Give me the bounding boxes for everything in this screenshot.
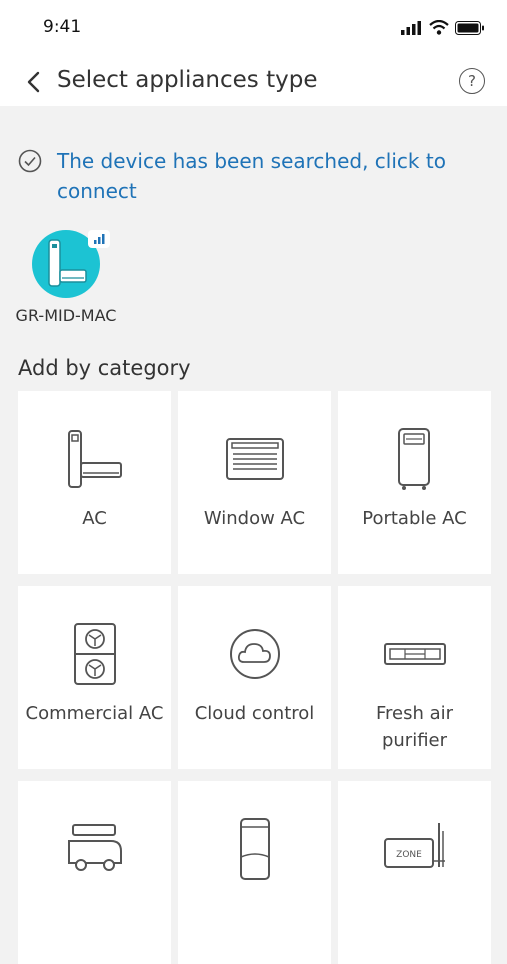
zone-controller-icon: ZONE	[383, 823, 445, 868]
status-icons	[401, 20, 485, 35]
wifi-icon	[429, 20, 449, 35]
category-ac[interactable]: AC	[18, 391, 171, 574]
category-window-ac[interactable]: Window AC	[178, 391, 331, 574]
category-label: Fresh air purifier	[375, 703, 454, 751]
check-circle-icon	[18, 149, 42, 173]
split-ac-icon	[67, 430, 122, 488]
category-label: Portable AC	[362, 508, 467, 529]
category-grid: AC Window AC Portable AC Commercial AC C…	[18, 391, 491, 964]
cloud-icon	[229, 629, 280, 679]
device-found-message[interactable]: The device has been searched, click to c…	[57, 146, 477, 206]
category-zone-controller[interactable]: ZONE	[338, 781, 491, 964]
column-icon	[239, 818, 270, 880]
category-cloud-control[interactable]: Cloud control	[178, 586, 331, 769]
back-button[interactable]	[20, 68, 48, 96]
category-rv-ac[interactable]	[18, 781, 171, 964]
category-label: Window AC	[203, 508, 306, 529]
nav-bar: Select appliances type ?	[0, 58, 507, 106]
svg-text:ZONE: ZONE	[396, 850, 422, 860]
device-name: GR-MID-MAC	[15, 306, 117, 325]
page-title: Select appliances type	[57, 67, 318, 93]
fresh-air-icon	[383, 643, 446, 665]
status-bar: 9:41	[0, 0, 507, 58]
window-ac-icon	[225, 438, 284, 480]
section-title: Add by category	[18, 356, 191, 380]
category-label: Commercial AC	[25, 703, 164, 724]
battery-icon	[455, 20, 484, 35]
cellular-signal-icon	[401, 20, 421, 35]
portable-ac-icon	[397, 428, 430, 490]
category-commercial-ac[interactable]: Commercial AC	[18, 586, 171, 769]
category-column[interactable]	[178, 781, 331, 964]
help-button[interactable]: ?	[459, 68, 485, 94]
status-time: 9:41	[43, 17, 82, 37]
rv-ac-icon	[67, 824, 122, 871]
category-label: AC	[82, 508, 107, 529]
signal-strength-icon	[88, 230, 110, 248]
category-portable-ac[interactable]: Portable AC	[338, 391, 491, 574]
category-fresh-air-purifier[interactable]: Fresh air purifier	[338, 586, 491, 769]
discovered-device[interactable]: GR-MID-MAC	[6, 230, 126, 330]
category-label: Cloud control	[194, 703, 315, 724]
commercial-ac-icon	[73, 623, 116, 685]
